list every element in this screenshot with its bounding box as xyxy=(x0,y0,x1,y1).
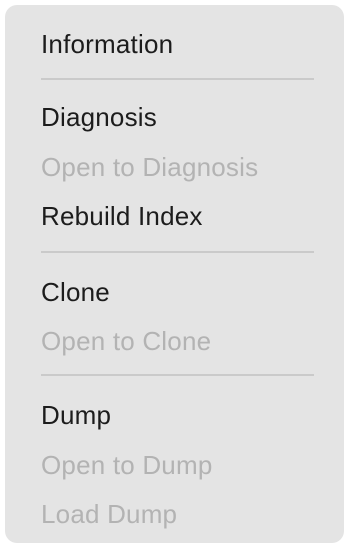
menu-separator xyxy=(41,78,314,80)
menu-item-open-to-diagnosis: Open to Diagnosis xyxy=(41,152,259,182)
menu-item-information[interactable]: Information xyxy=(41,29,173,59)
context-menu: Information Diagnosis Open to Diagnosis … xyxy=(5,5,344,543)
menu-separator xyxy=(41,251,314,253)
menu-item-diagnosis[interactable]: Diagnosis xyxy=(41,102,157,132)
menu-item-clone[interactable]: Clone xyxy=(41,277,110,307)
menu-item-dump[interactable]: Dump xyxy=(41,400,111,430)
menu-separator xyxy=(41,374,314,376)
menu-item-load-dump: Load Dump xyxy=(41,499,178,529)
menu-item-open-to-clone: Open to Clone xyxy=(41,326,212,356)
menu-item-rebuild-index[interactable]: Rebuild Index xyxy=(41,201,203,231)
menu-item-open-to-dump: Open to Dump xyxy=(41,450,213,480)
